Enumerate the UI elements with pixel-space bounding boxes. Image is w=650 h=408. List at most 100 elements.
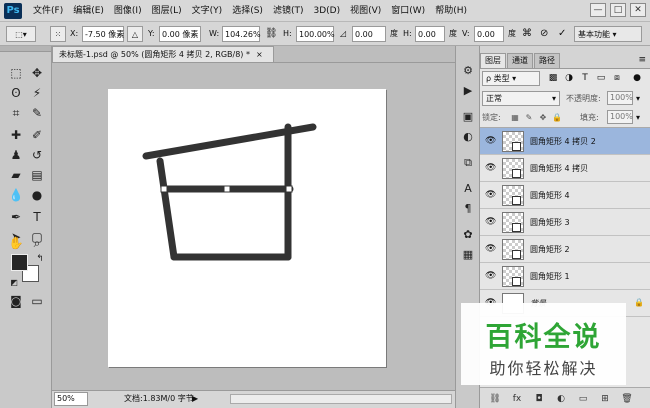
healing-brush-tool-icon[interactable]: ✚: [6, 126, 26, 144]
tool-preset-picker-icon[interactable]: ⬚▾: [6, 26, 36, 42]
cancel-transform-icon[interactable]: ⊘: [540, 26, 548, 42]
visibility-eye-icon[interactable]: 👁: [485, 244, 496, 254]
blend-mode-select[interactable]: 正常 ▾: [482, 91, 560, 106]
lock-position-icon[interactable]: ✥: [538, 110, 548, 125]
clone-stamp-tool-icon[interactable]: ♟: [6, 146, 26, 164]
default-colors-icon[interactable]: ◩: [4, 274, 24, 292]
layer-style-icon[interactable]: fx: [510, 392, 524, 406]
marquee-tool-icon[interactable]: ⬚: [6, 64, 26, 82]
transform-handle-left[interactable]: [160, 185, 168, 193]
commit-transform-icon[interactable]: ✓: [558, 26, 566, 42]
adjustments-panel-icon[interactable]: ◐: [459, 128, 477, 146]
filter-shape-icon[interactable]: ▭: [594, 71, 608, 86]
visibility-eye-icon[interactable]: 👁: [485, 271, 496, 281]
screen-mode-icon[interactable]: ▭: [27, 292, 47, 310]
visibility-eye-icon[interactable]: 👁: [485, 136, 496, 146]
layer-row[interactable]: 👁 圆角矩形 3: [480, 209, 650, 236]
canvas[interactable]: [108, 89, 386, 367]
tab-layers[interactable]: 图层: [480, 53, 506, 68]
delete-layer-icon[interactable]: 🗑: [620, 392, 634, 406]
fill-field[interactable]: 100%: [607, 110, 633, 124]
menu-layer[interactable]: 图层(L): [147, 0, 187, 22]
maximize-button[interactable]: □: [610, 3, 626, 17]
brush-tool-icon[interactable]: ✐: [27, 126, 47, 144]
link-layers-icon[interactable]: ⛓: [488, 392, 502, 406]
filter-pixel-icon[interactable]: ▩: [546, 71, 560, 86]
warp-mode-icon[interactable]: ⌘: [522, 26, 532, 42]
height-field[interactable]: 100.00%: [296, 26, 335, 42]
filter-adjustment-icon[interactable]: ◑: [562, 71, 576, 86]
pen-tool-icon[interactable]: ✒: [6, 208, 26, 226]
filter-type-icon[interactable]: T: [578, 71, 592, 86]
character-panel-icon[interactable]: A: [459, 180, 477, 198]
status-menu-arrow-icon[interactable]: ▶: [192, 391, 198, 407]
move-tool-icon[interactable]: ✥: [27, 64, 47, 82]
filter-smart-object-icon[interactable]: ⧈: [610, 71, 624, 86]
close-button[interactable]: ✕: [630, 3, 646, 17]
history-brush-tool-icon[interactable]: ↺: [27, 146, 47, 164]
lock-pixels-icon[interactable]: ✎: [524, 110, 534, 125]
history-panel-icon[interactable]: ⚙: [459, 62, 477, 80]
actions-play-icon[interactable]: ▶: [459, 82, 477, 100]
lasso-tool-icon[interactable]: ʘ: [6, 84, 26, 102]
visibility-eye-icon[interactable]: 👁: [485, 217, 496, 227]
crop-tool-icon[interactable]: ⌗: [6, 104, 26, 122]
layer-row[interactable]: 👁 圆角矩形 4 拷贝: [480, 155, 650, 182]
tab-channels[interactable]: 通道: [507, 53, 533, 68]
new-layer-icon[interactable]: ⊞: [598, 392, 612, 406]
visibility-eye-icon[interactable]: 👁: [485, 163, 496, 173]
menu-window[interactable]: 窗口(W): [386, 0, 430, 22]
clone-source-icon[interactable]: ⧉: [459, 154, 477, 172]
color-panel-icon[interactable]: ✿: [459, 226, 477, 244]
filter-toggle-icon[interactable]: ●: [630, 71, 644, 86]
angle-field[interactable]: 0.00: [352, 26, 386, 42]
new-adjustment-icon[interactable]: ◐: [554, 392, 568, 406]
x-field[interactable]: -7.50 像素: [82, 26, 124, 42]
properties-panel-icon[interactable]: ▣: [459, 108, 477, 126]
magic-wand-tool-icon[interactable]: ⚡: [27, 84, 47, 102]
hand-tool-icon[interactable]: ✋: [6, 234, 26, 252]
lock-transparency-icon[interactable]: ▦: [510, 110, 520, 125]
zoom-field[interactable]: 50%: [54, 392, 88, 406]
link-icon[interactable]: ⛓: [265, 26, 278, 42]
menu-type[interactable]: 文字(Y): [187, 0, 228, 22]
new-group-icon[interactable]: ▭: [576, 392, 590, 406]
menu-image[interactable]: 图像(I): [109, 0, 147, 22]
menu-edit[interactable]: 编辑(E): [68, 0, 109, 22]
menu-filter[interactable]: 滤镜(T): [268, 0, 309, 22]
menu-select[interactable]: 选择(S): [227, 0, 268, 22]
menu-view[interactable]: 视图(V): [345, 0, 386, 22]
minimize-button[interactable]: —: [590, 3, 606, 17]
tools-grip[interactable]: [0, 46, 51, 52]
opacity-dropdown-icon[interactable]: ▾: [636, 91, 640, 106]
horizontal-scrollbar[interactable]: [230, 394, 452, 404]
y-field[interactable]: 0.00 像素: [159, 26, 201, 42]
hskew-field[interactable]: 0.00: [415, 26, 445, 42]
panel-menu-icon[interactable]: ≡: [638, 55, 646, 65]
gradient-tool-icon[interactable]: ▤: [27, 166, 47, 184]
transform-handle-right[interactable]: [285, 185, 293, 193]
layer-row[interactable]: 👁 圆角矩形 1: [480, 263, 650, 290]
layer-row[interactable]: 👁 圆角矩形 2: [480, 236, 650, 263]
workspace-select[interactable]: 基本功能 ▾: [574, 26, 642, 42]
eraser-tool-icon[interactable]: ▰: [6, 166, 26, 184]
lock-all-icon[interactable]: 🔒: [552, 110, 562, 125]
opacity-field[interactable]: 100%: [607, 91, 633, 105]
visibility-eye-icon[interactable]: 👁: [485, 190, 496, 200]
layer-row[interactable]: 👁 圆角矩形 4: [480, 182, 650, 209]
vskew-field[interactable]: 0.00: [474, 26, 504, 42]
type-tool-icon[interactable]: T: [27, 208, 47, 226]
close-tab-icon[interactable]: ×: [256, 50, 263, 59]
quick-mask-icon[interactable]: ◙: [6, 292, 26, 310]
swatches-panel-icon[interactable]: ▦: [459, 246, 477, 264]
tab-paths[interactable]: 路径: [534, 53, 560, 68]
width-field[interactable]: 104.26%: [222, 26, 261, 42]
canvas-viewport[interactable]: [52, 62, 455, 390]
paragraph-panel-icon[interactable]: ¶: [459, 200, 477, 218]
menu-3d[interactable]: 3D(D): [308, 0, 345, 22]
layer-filter-select[interactable]: ρ 类型 ▾: [482, 71, 540, 86]
reference-point-icon[interactable]: ⁙: [50, 26, 66, 42]
menu-help[interactable]: 帮助(H): [430, 0, 472, 22]
document-tab[interactable]: 未标题-1.psd @ 50% (圆角矩形 4 拷贝 2, RGB/8) * ×: [52, 46, 274, 62]
eyedropper-tool-icon[interactable]: ✎: [27, 104, 47, 122]
